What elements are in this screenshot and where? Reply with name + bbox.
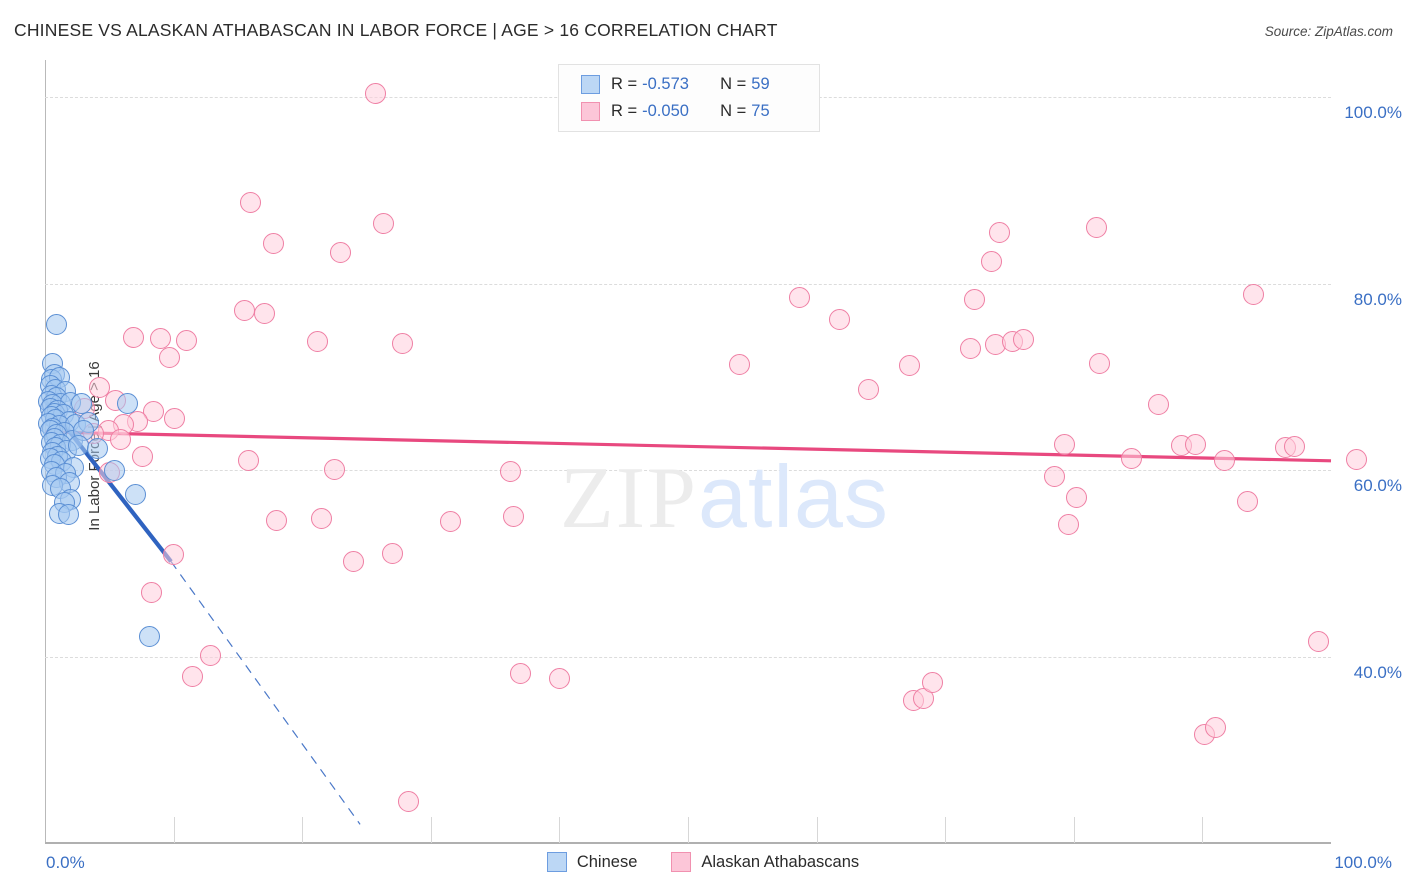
series-swatch-alaskan-athabascans: [671, 852, 692, 872]
r-label: R =: [611, 75, 638, 93]
legend-item-chinese[interactable]: Chinese: [546, 852, 638, 872]
data-point-alaskan-athabascans: [921, 672, 943, 694]
data-point-alaskan-athabascans: [381, 542, 403, 564]
y-axis-label: 60.0%: [1353, 476, 1402, 496]
data-point-alaskan-athabascans: [1121, 447, 1143, 469]
data-point-alaskan-athabascans: [372, 212, 394, 234]
data-point-alaskan-athabascans: [1044, 466, 1065, 488]
data-point-alaskan-athabascans: [159, 346, 181, 368]
series-label-chinese: Chinese: [576, 852, 638, 871]
y-axis-label: 40.0%: [1353, 662, 1402, 682]
legend-swatch-alaskan-athabascans: [581, 102, 600, 121]
data-point-alaskan-athabascans: [175, 330, 197, 352]
stats-legend-row: R = -0.573 N = 59: [581, 71, 819, 98]
data-point-alaskan-athabascans: [500, 460, 522, 482]
source-attribution: Source: ZipAtlas.com: [1264, 24, 1393, 39]
data-point-alaskan-athabascans: [988, 221, 1010, 243]
series-label-alaskan-athabascans: Alaskan Athabascans: [701, 852, 860, 871]
data-point-alaskan-athabascans: [392, 332, 413, 354]
data-point-alaskan-athabascans: [1307, 631, 1329, 653]
data-point-alaskan-athabascans: [237, 450, 259, 472]
data-point-alaskan-athabascans: [1065, 486, 1087, 508]
data-point-chinese: [57, 504, 79, 526]
data-point-alaskan-athabascans: [1213, 450, 1235, 472]
data-point-chinese: [124, 483, 146, 505]
data-point-alaskan-athabascans: [898, 355, 920, 377]
data-point-alaskan-athabascans: [323, 458, 345, 480]
data-point-alaskan-athabascans: [439, 510, 461, 532]
r-value-chinese: -0.573: [642, 75, 689, 93]
r-value-alaskan-athabascans: -0.050: [642, 102, 689, 120]
data-point-alaskan-athabascans: [398, 790, 420, 812]
data-point-chinese: [138, 625, 160, 647]
data-point-alaskan-athabascans: [265, 509, 287, 531]
data-point-alaskan-athabascans: [163, 543, 185, 565]
data-point-alaskan-athabascans: [141, 581, 163, 603]
correlation-chart: CHINESE VS ALASKAN ATHABASCAN IN LABOR F…: [0, 0, 1406, 892]
data-point-alaskan-athabascans: [182, 665, 204, 687]
plot-area: ZIPatlas: [38, 60, 1368, 844]
series-swatch-chinese: [546, 852, 567, 872]
data-point-alaskan-athabascans: [365, 83, 386, 105]
trendline-chinese-extension: [170, 561, 361, 825]
data-point-alaskan-athabascans: [960, 337, 982, 359]
data-point-alaskan-athabascans: [502, 506, 524, 528]
data-point-alaskan-athabascans: [1204, 716, 1226, 738]
n-label: N =: [720, 75, 747, 93]
data-point-alaskan-athabascans: [1346, 449, 1368, 471]
data-point-alaskan-athabascans: [980, 250, 1002, 272]
data-point-alaskan-athabascans: [829, 308, 851, 330]
n-label: N =: [720, 102, 747, 120]
legend-item-alaskan-athabascans[interactable]: Alaskan Athabascans: [671, 852, 859, 872]
page-title: CHINESE VS ALASKAN ATHABASCAN IN LABOR F…: [14, 20, 778, 40]
n-value-alaskan-athabascans: 75: [751, 102, 770, 120]
data-point-alaskan-athabascans: [1185, 433, 1207, 455]
data-point-alaskan-athabascans: [310, 508, 332, 530]
r-label: R =: [611, 102, 638, 120]
series-legend: Chinese Alaskan Athabascans: [0, 852, 1406, 872]
data-point-alaskan-athabascans: [1058, 513, 1080, 535]
stats-legend-row: R = -0.050 N = 75: [581, 98, 819, 125]
data-point-alaskan-athabascans: [132, 445, 154, 467]
n-value-chinese: 59: [751, 75, 770, 93]
data-point-alaskan-athabascans: [307, 331, 329, 352]
data-point-chinese: [103, 459, 125, 481]
y-axis-label: 80.0%: [1353, 289, 1402, 309]
data-point-alaskan-athabascans: [233, 300, 255, 322]
data-point-chinese: [116, 392, 138, 414]
data-point-alaskan-athabascans: [857, 379, 879, 401]
stats-legend: R = -0.573 N = 59 R = -0.050 N = 75: [558, 64, 820, 132]
y-axis-label: 100.0%: [1344, 103, 1402, 123]
legend-swatch-chinese: [581, 75, 600, 94]
data-point-alaskan-athabascans: [330, 241, 352, 263]
data-point-alaskan-athabascans: [343, 550, 365, 572]
